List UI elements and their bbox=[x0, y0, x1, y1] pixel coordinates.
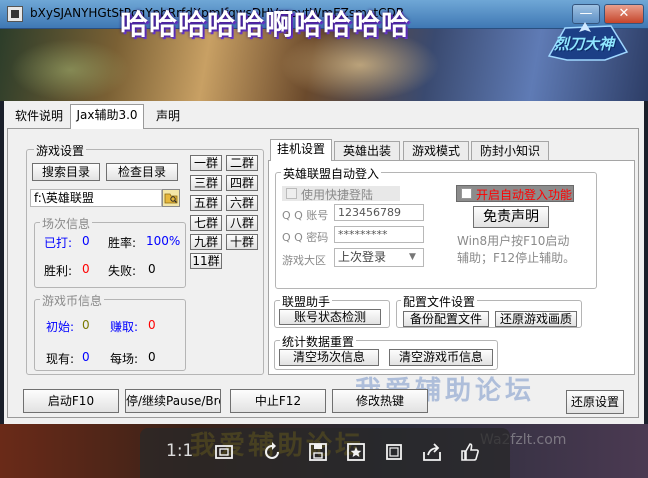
banner-light bbox=[10, 39, 130, 101]
coin-info-title: 游戏币信息 bbox=[40, 292, 105, 309]
group-8-button[interactable]: 八群 bbox=[226, 215, 258, 231]
browse-folder-button[interactable] bbox=[162, 189, 180, 207]
region-select-value: 上次登录 bbox=[338, 250, 387, 264]
game-path-field[interactable]: f:\英雄联盟 bbox=[30, 189, 162, 207]
like-icon[interactable] bbox=[458, 440, 482, 464]
subtab-idle-settings[interactable]: 挂机设置 bbox=[270, 139, 332, 161]
minimize-button[interactable]: — bbox=[572, 4, 600, 24]
earned-coins-label: 赚取: bbox=[110, 320, 139, 334]
group-6-button[interactable]: 六群 bbox=[226, 195, 258, 211]
region-select[interactable]: 上次登录 ▼ bbox=[334, 248, 424, 267]
pause-resume-button[interactable]: 停/继续Pause/Bre bbox=[125, 389, 221, 413]
group-1-button[interactable]: 一群 bbox=[190, 155, 222, 171]
modify-hotkey-button[interactable]: 修改热键 bbox=[332, 389, 428, 413]
quick-login-label: 使用快捷登陆 bbox=[301, 188, 374, 202]
qq-password-label: Q Q 密码 bbox=[282, 231, 329, 244]
app-window: bXySJANYHGtStPcqYpbRrfdXpmJfqwsDHVreoytW… bbox=[0, 0, 648, 478]
check-directory-button[interactable]: 检查目录 bbox=[106, 163, 178, 181]
clear-coin-info-button[interactable]: 清空游戏币信息 bbox=[389, 349, 493, 366]
logo-text: 烈刀大神 bbox=[554, 35, 615, 53]
played-value: 0 bbox=[82, 234, 90, 248]
actual-size-button[interactable]: 1:1 bbox=[166, 441, 193, 461]
group-3-button[interactable]: 三群 bbox=[190, 175, 222, 191]
fit-screen-icon[interactable] bbox=[212, 440, 236, 464]
account-status-check-button[interactable]: 账号状态检测 bbox=[279, 309, 381, 325]
qq-account-label: Q Q 账号 bbox=[282, 209, 329, 222]
auto-login-title: 英雄联盟自动登入 bbox=[281, 165, 382, 182]
qq-account-input[interactable]: 123456789 bbox=[334, 204, 424, 221]
enable-auto-login-label: 开启自动登入功能 bbox=[476, 188, 573, 202]
per-match-value: 0 bbox=[148, 350, 156, 364]
tab-declaration[interactable]: 声明 bbox=[148, 106, 188, 128]
group-4-button[interactable]: 四群 bbox=[226, 175, 258, 191]
per-match-label: 每场: bbox=[110, 352, 139, 366]
search-directory-button[interactable]: 搜索目录 bbox=[32, 163, 100, 181]
winrate-value: 100% bbox=[146, 234, 181, 248]
winrate-label: 胜率: bbox=[108, 236, 137, 250]
tab-software-info[interactable]: 软件说明 bbox=[10, 106, 68, 128]
subtab-anti-ban-tips[interactable]: 防封小知识 bbox=[471, 141, 549, 160]
clear-match-info-button[interactable]: 清空场次信息 bbox=[279, 349, 379, 366]
favorite-icon[interactable] bbox=[344, 440, 368, 464]
losses-value: 0 bbox=[148, 262, 156, 276]
banner-title: 哈哈哈哈哈啊哈哈哈哈 bbox=[120, 8, 411, 41]
wins-value: 0 bbox=[82, 262, 90, 276]
disclaimer-button[interactable]: 免责声明 bbox=[473, 206, 549, 228]
group-10-button[interactable]: 十群 bbox=[226, 234, 258, 250]
start-button[interactable]: 启动F10 bbox=[23, 389, 119, 413]
config-file-title: 配置文件设置 bbox=[401, 293, 478, 310]
game-settings-title: 游戏设置 bbox=[34, 142, 87, 159]
group-11-button[interactable]: 11群 bbox=[190, 253, 222, 269]
current-coins-label: 现有: bbox=[46, 352, 75, 366]
save-icon[interactable] bbox=[306, 440, 330, 464]
earned-coins-value: 0 bbox=[148, 318, 156, 332]
initial-coins-label: 初始: bbox=[46, 320, 75, 334]
share-icon[interactable] bbox=[420, 440, 444, 464]
losses-label: 失败: bbox=[108, 264, 137, 278]
hint-line-2: 辅助；F12停止辅助。 bbox=[457, 251, 576, 265]
stats-reset-title: 统计数据重置 bbox=[280, 333, 357, 350]
backup-config-button[interactable]: 备份配置文件 bbox=[403, 311, 489, 327]
rotate-icon[interactable] bbox=[260, 440, 284, 464]
subtab-game-mode[interactable]: 游戏模式 bbox=[403, 141, 469, 160]
quick-login-checkbox-row[interactable]: 使用快捷登陆 bbox=[282, 186, 400, 202]
subtab-hero-build[interactable]: 英雄出装 bbox=[334, 141, 400, 160]
hint-line-1: Win8用户按F10启动 bbox=[457, 234, 570, 248]
folder-icon bbox=[164, 193, 178, 204]
group-5-button[interactable]: 五群 bbox=[190, 195, 222, 211]
quick-login-checkbox[interactable] bbox=[286, 188, 297, 199]
played-label: 已打: bbox=[44, 236, 73, 250]
match-info-title: 场次信息 bbox=[40, 215, 93, 232]
crop-icon[interactable] bbox=[382, 440, 406, 464]
restore-graphics-button[interactable]: 还原游戏画质 bbox=[495, 311, 577, 327]
tab-jax-helper[interactable]: Jax辅助3.0 bbox=[70, 104, 144, 129]
app-icon bbox=[7, 6, 23, 22]
stop-button[interactable]: 中止F12 bbox=[230, 389, 326, 413]
restore-settings-button[interactable]: 还原设置 bbox=[566, 390, 624, 414]
alliance-helper-title: 联盟助手 bbox=[280, 293, 333, 310]
chevron-down-icon: ▼ bbox=[409, 252, 416, 262]
current-coins-value: 0 bbox=[82, 350, 90, 364]
enable-auto-login-row[interactable]: 开启自动登入功能 bbox=[456, 185, 574, 202]
region-label: 游戏大区 bbox=[282, 254, 326, 267]
close-button[interactable]: ✕ bbox=[604, 4, 644, 24]
initial-coins-value: 0 bbox=[82, 318, 90, 332]
enable-auto-login-checkbox[interactable] bbox=[461, 188, 472, 199]
group-7-button[interactable]: 七群 bbox=[190, 215, 222, 231]
group-9-button[interactable]: 九群 bbox=[190, 234, 222, 250]
qq-password-input[interactable]: ********* bbox=[334, 226, 424, 243]
wins-label: 胜利: bbox=[44, 264, 73, 278]
group-2-button[interactable]: 二群 bbox=[226, 155, 258, 171]
